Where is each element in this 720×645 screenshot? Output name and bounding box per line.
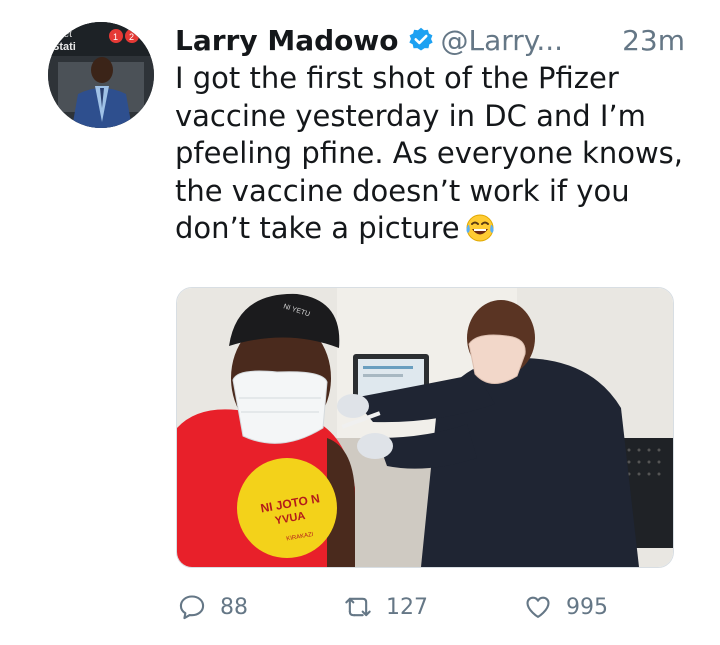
- retweet-icon: [345, 597, 371, 617]
- tweet-header: Larry Madowo @Larry... 23m: [175, 18, 685, 62]
- tweet-text-body: I got the first shot of the Pfizer vacci…: [175, 61, 683, 245]
- like-count: 995: [566, 594, 608, 620]
- tweet-text: I got the first shot of the Pfizer vacci…: [175, 60, 695, 248]
- avatar[interactable]: eet Stati 1 2: [48, 22, 154, 128]
- face-with-tears-of-joy-icon: [466, 214, 494, 242]
- vaccination-photo: NI JOTO N YVUA KIRAKAZI NI YETU: [177, 288, 673, 567]
- author-handle[interactable]: @Larry...: [441, 24, 564, 57]
- tweet-timestamp[interactable]: 23m: [622, 24, 685, 57]
- like-button[interactable]: 995: [524, 590, 608, 624]
- avatar-photo: eet Stati 1 2: [48, 22, 154, 128]
- avatar-sign-badge-1: 1: [113, 32, 118, 42]
- retweet-count: 127: [386, 594, 428, 620]
- author-name[interactable]: Larry Madowo: [175, 24, 399, 57]
- tweet-photo[interactable]: NI JOTO N YVUA KIRAKAZI NI YETU: [176, 287, 674, 568]
- avatar-sign-badge-2: 2: [129, 32, 134, 42]
- tweet-actions: 88 127 995: [178, 590, 638, 624]
- retweet-button[interactable]: 127: [344, 590, 428, 624]
- speech-bubble-icon: [179, 595, 205, 620]
- reply-button[interactable]: 88: [178, 590, 248, 624]
- avatar-sign-text-1: eet: [58, 29, 72, 40]
- heart-icon: [526, 596, 550, 618]
- verified-badge-icon: [407, 26, 435, 54]
- avatar-sign-text-2: Stati: [52, 41, 76, 53]
- reply-count: 88: [220, 594, 248, 620]
